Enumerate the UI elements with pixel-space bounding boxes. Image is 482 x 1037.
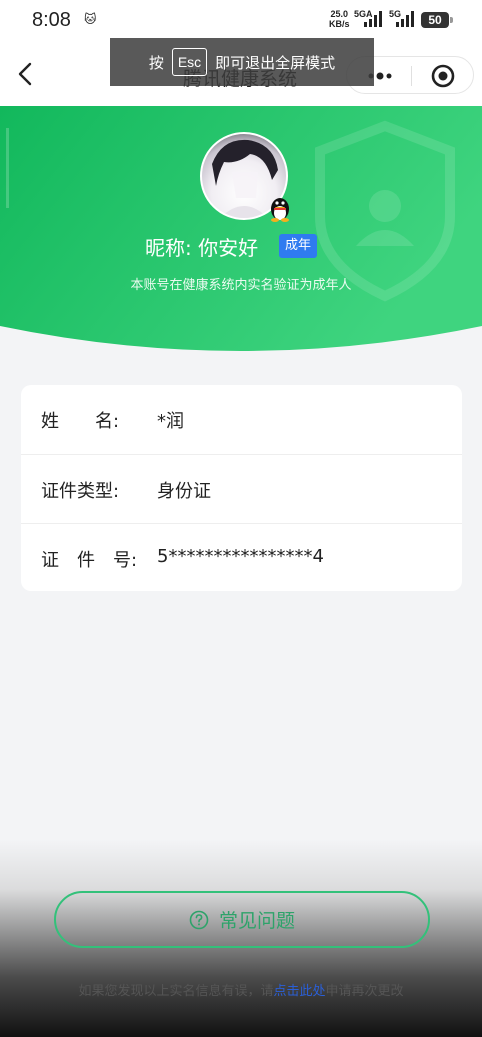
status-bar: 8:08 🐱 25.0 KB/s 5GA 5G 50 bbox=[0, 0, 482, 42]
identity-info-card: 姓 名: *润 证件类型: 身份证 证 件 号: 5**************… bbox=[21, 385, 462, 591]
id-type-label: 证件类型: bbox=[41, 481, 120, 502]
faq-button[interactable]: 常见问题 bbox=[54, 891, 430, 948]
footer-link[interactable]: 点击此处 bbox=[273, 984, 325, 999]
speed-value: 25.0 bbox=[330, 9, 349, 19]
fullscreen-toast: 按 Esc 即可退出全屏模式 bbox=[110, 38, 374, 86]
back-button[interactable] bbox=[14, 60, 38, 88]
target-icon bbox=[431, 64, 455, 88]
id-type-row: 证件类型: 身份证 bbox=[21, 454, 462, 523]
toast-prefix: 按 bbox=[148, 53, 164, 72]
name-row: 姓 名: *润 bbox=[21, 385, 462, 454]
esc-key: Esc bbox=[171, 48, 208, 76]
capsule-divider bbox=[411, 66, 412, 86]
signal-icon bbox=[396, 11, 416, 27]
signal-icon bbox=[364, 11, 384, 27]
nickname: 昵称: 你安好 bbox=[145, 236, 259, 260]
profile-header: 昵称: 你安好 成年 本账号在健康系统内实名验证为成年人 bbox=[0, 106, 482, 356]
name-label: 姓 名: bbox=[41, 411, 120, 432]
footer-text-after: 申请再次更改 bbox=[325, 984, 404, 999]
status-time: 8:08 bbox=[32, 9, 71, 31]
qq-penguin-icon bbox=[268, 194, 292, 222]
adult-badge: 成年 bbox=[279, 234, 317, 258]
network-speed: 25.0 KB/s bbox=[329, 9, 350, 29]
close-mini-program-button[interactable] bbox=[431, 64, 455, 88]
battery-icon: 50 bbox=[421, 12, 453, 28]
faq-label: 常见问题 bbox=[218, 910, 295, 932]
verification-note: 本账号在健康系统内实名验证为成年人 bbox=[130, 278, 352, 293]
toast-suffix: 即可退出全屏模式 bbox=[215, 53, 336, 72]
chevron-left-icon bbox=[18, 62, 32, 86]
question-icon bbox=[189, 910, 209, 929]
id-number-label: 证 件 号: bbox=[41, 550, 138, 571]
id-type-value: 身份证 bbox=[157, 481, 211, 502]
footer-text-before: 如果您发现以上实名信息有误，请 bbox=[78, 984, 274, 999]
name-value: *润 bbox=[157, 411, 184, 432]
speed-unit: KB/s bbox=[329, 19, 350, 29]
footer-note: 如果您发现以上实名信息有误，请点击此处申请再次更改 bbox=[0, 980, 482, 999]
id-number-row: 证 件 号: 5****************4 bbox=[21, 523, 462, 592]
notification-icon: 🐱 bbox=[84, 12, 97, 26]
id-number-value: 5****************4 bbox=[157, 546, 324, 567]
